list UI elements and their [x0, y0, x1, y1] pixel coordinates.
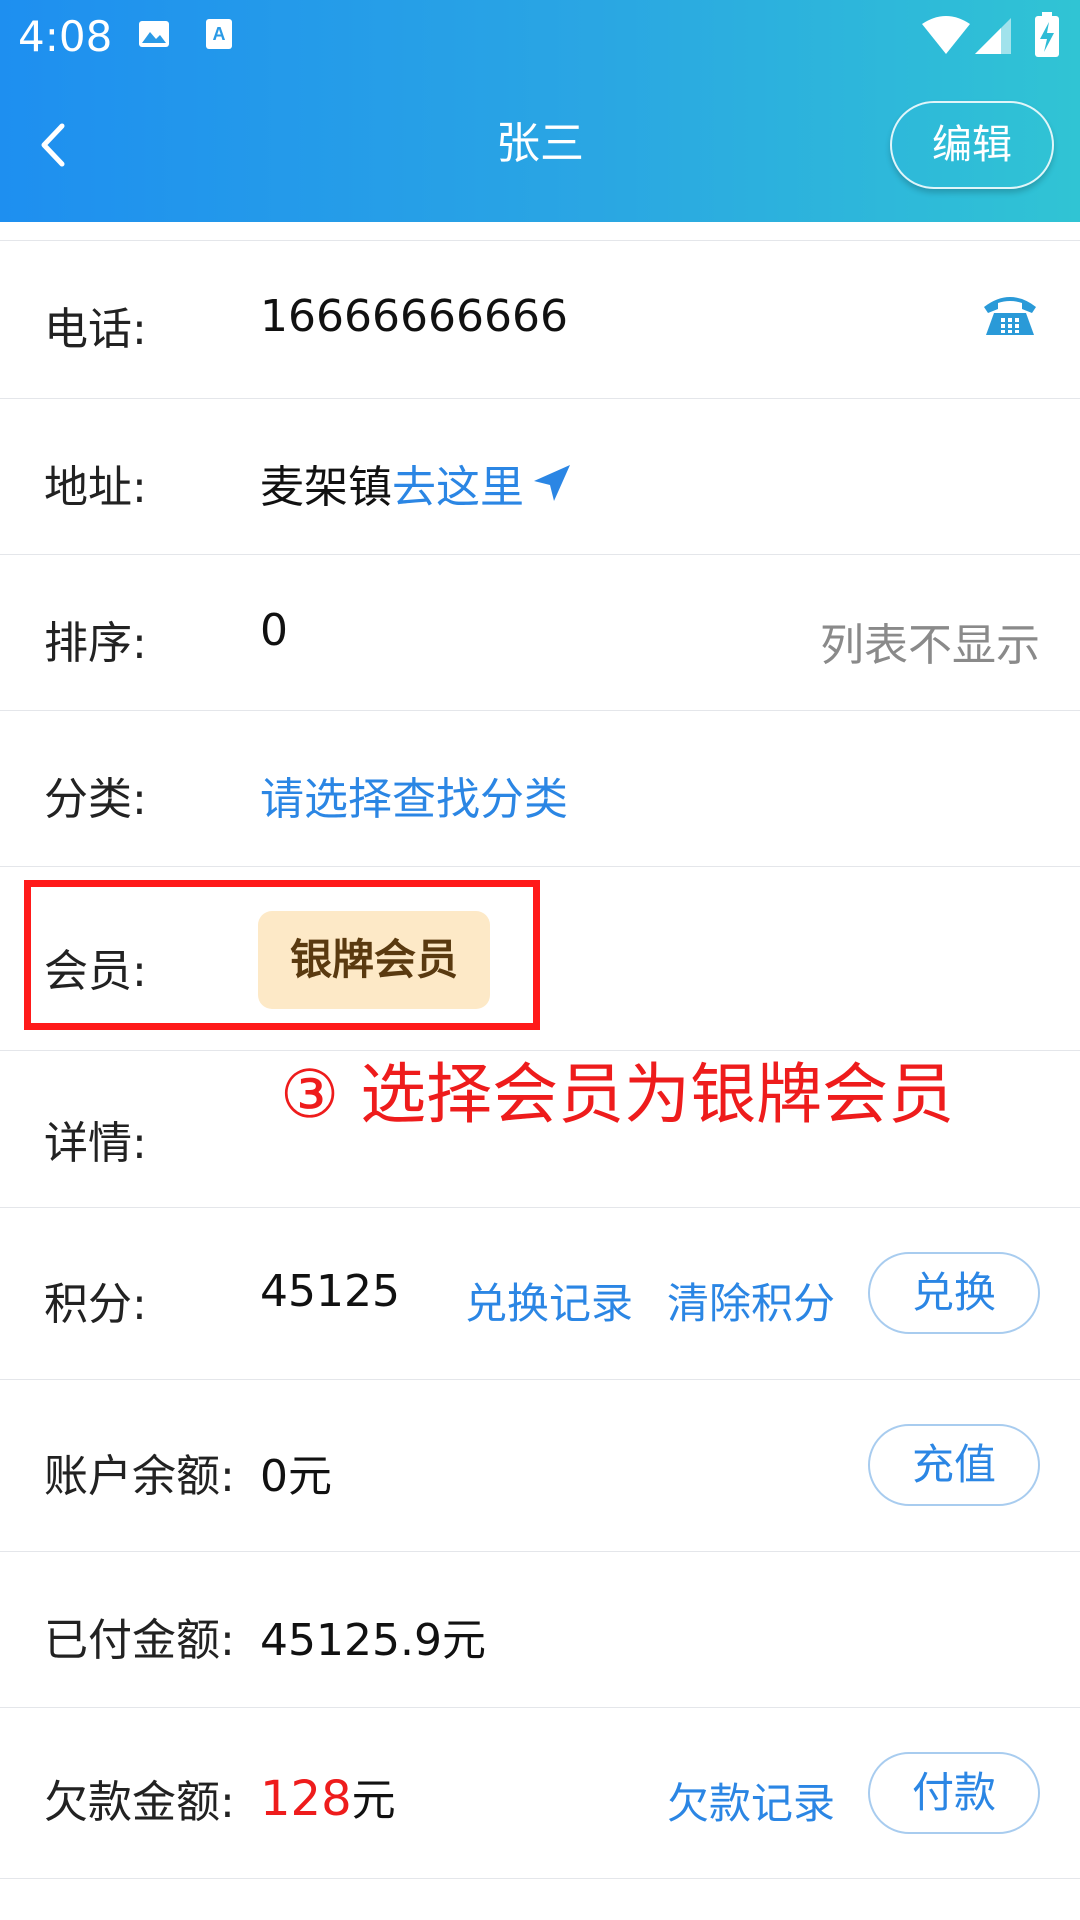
navigate-link[interactable]: 去这里 [392, 451, 524, 515]
address-label: 地址: [44, 462, 147, 513]
exchange-record-link[interactable]: 兑换记录 [465, 1270, 633, 1331]
navigation-arrow-icon[interactable] [532, 463, 572, 503]
category-label: 分类: [44, 774, 147, 825]
recharge-button[interactable]: 充值 [868, 1424, 1040, 1506]
sort-value[interactable]: 0 [260, 605, 288, 656]
annotation-text: ③ 选择会员为银牌会员 [280, 1056, 955, 1133]
address-row: 地址: 麦架镇 去这里 [0, 398, 1080, 554]
points-row: 积分: 45125 兑换记录 清除积分 兑换 [0, 1207, 1080, 1379]
battery-icon [1034, 12, 1060, 62]
telephone-icon[interactable] [980, 289, 1040, 343]
points-value: 45125 [260, 1266, 400, 1317]
sort-row: 排序: 0 列表不显示 [0, 554, 1080, 710]
annotation-highlight-box [24, 880, 540, 1030]
debt-record-link[interactable]: 欠款记录 [667, 1770, 835, 1831]
signal-icon [975, 18, 1013, 60]
points-label: 积分: [44, 1279, 147, 1330]
address-text: 麦架镇 [260, 462, 392, 513]
status-time: 4:08 [18, 12, 113, 61]
address-value: 麦架镇 去这里 [260, 451, 572, 515]
category-row: 分类: 请选择查找分类 [0, 710, 1080, 866]
paid-label: 已付金额: [44, 1615, 235, 1666]
debt-value: 128元 [260, 1764, 396, 1828]
status-bar: 4:08 A [0, 0, 1080, 74]
phone-value: 16666666666 [260, 291, 568, 342]
edit-button[interactable]: 编辑 [890, 101, 1054, 189]
app-header: 4:08 A 张三 编辑 [0, 0, 1080, 222]
debt-label: 欠款金额: [44, 1777, 235, 1828]
svg-text:A: A [213, 24, 226, 44]
phone-row: 电话: 16666666666 [0, 241, 1080, 398]
customer-detail-screen: 4:08 A 张三 编辑 电话: 16666666666 地址: 麦架镇 去这里… [0, 0, 1080, 1920]
debt-row: 欠款金额: 128元 欠款记录 付款 [0, 1707, 1080, 1879]
balance-row: 账户余额: 0元 充值 [0, 1379, 1080, 1551]
sort-hint: 列表不显示 [820, 620, 1040, 671]
paid-row: 已付金额: 45125.9元 [0, 1551, 1080, 1707]
clear-points-link[interactable]: 清除积分 [667, 1270, 835, 1331]
balance-label: 账户余额: [44, 1451, 235, 1502]
exchange-button[interactable]: 兑换 [868, 1252, 1040, 1334]
category-select[interactable]: 请选择查找分类 [260, 763, 568, 827]
sort-label: 排序: [44, 618, 147, 669]
wifi-icon [922, 16, 970, 60]
image-icon [138, 18, 170, 54]
font-icon: A [205, 18, 235, 56]
balance-value: 0元 [260, 1451, 332, 1502]
detail-label: 详情: [44, 1118, 147, 1169]
pay-button[interactable]: 付款 [868, 1752, 1040, 1834]
phone-label: 电话: [44, 304, 147, 355]
debt-amount: 128 [260, 1771, 352, 1827]
paid-value: 45125.9元 [260, 1615, 486, 1666]
debt-unit: 元 [351, 1775, 396, 1826]
